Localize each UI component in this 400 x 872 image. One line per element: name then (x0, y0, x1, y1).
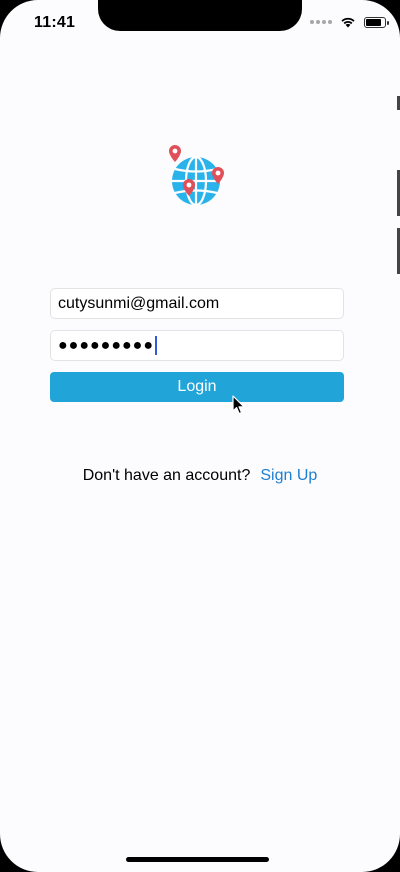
email-field[interactable]: cutysunmi@gmail.com (50, 288, 344, 319)
device-notch (98, 0, 302, 31)
text-caret (154, 336, 157, 355)
login-button-label: Login (177, 378, 217, 395)
cellular-signal-icon (310, 20, 332, 24)
battery-level-fill (366, 18, 381, 26)
mouse-pointer-icon (232, 395, 245, 415)
phone-device: 11:41 cutysunmi@gmail.com ●●●●●●●●● Logi… (0, 0, 400, 872)
wifi-icon (341, 17, 355, 28)
status-time: 11:41 (34, 14, 76, 31)
login-button[interactable]: Login (50, 372, 344, 402)
signup-row: Don't have an account? Sign Up (0, 467, 400, 485)
password-masked-value: ●●●●●●●●● (58, 336, 154, 354)
app-screen: 11:41 cutysunmi@gmail.com ●●●●●●●●● Logi… (0, 0, 400, 872)
status-indicators (310, 16, 389, 28)
signup-prompt: Don't have an account? (82, 467, 251, 484)
password-field[interactable]: ●●●●●●●●● (50, 330, 344, 361)
signup-link[interactable]: Sign Up (260, 467, 317, 484)
home-indicator[interactable] (126, 857, 269, 862)
email-value: cutysunmi@gmail.com (58, 294, 220, 312)
globe-with-location-pins-icon (169, 145, 224, 207)
battery-icon (364, 16, 389, 28)
